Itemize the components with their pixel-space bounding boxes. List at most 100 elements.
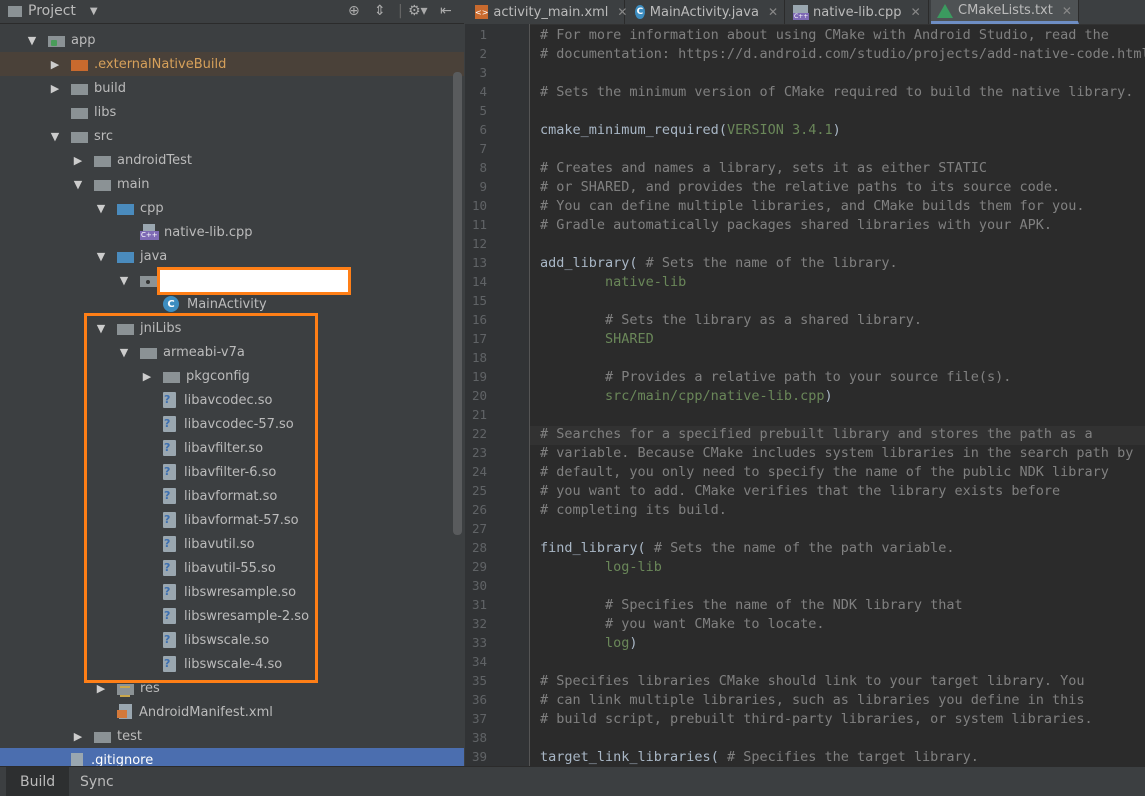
- expand-right-icon[interactable]: ▶: [72, 730, 84, 743]
- expand-down-icon[interactable]: ▼: [49, 130, 61, 143]
- code-line: native-lib: [540, 274, 686, 290]
- gear-icon[interactable]: ⚙▾: [408, 3, 428, 19]
- expand-right-icon[interactable]: ▶: [72, 154, 84, 167]
- tree-item[interactable]: ▶ .externalNativeBuild: [0, 52, 464, 76]
- line-number: 38: [471, 730, 487, 745]
- build-tab[interactable]: Build: [6, 767, 70, 796]
- line-number: 17: [471, 331, 487, 346]
- project-folder-icon: [8, 5, 22, 17]
- code-line: target_link_libraries( # Specifies the t…: [540, 749, 979, 765]
- tree-item[interactable]: ▼ cpp: [0, 196, 464, 220]
- tree-item[interactable]: ▼ java: [0, 244, 464, 268]
- code-line: # You can define multiple libraries, and…: [540, 198, 1085, 214]
- code-token: # Provides a relative path to your sourc…: [540, 369, 1012, 385]
- line-number: 6: [479, 122, 487, 137]
- editor-tab[interactable]: <> activity_main.xml ✕: [469, 0, 627, 24]
- class-icon: C: [163, 296, 179, 312]
- close-icon[interactable]: ✕: [911, 5, 921, 19]
- code-token: # documentation: https://d.android.com/s…: [540, 46, 1145, 62]
- expand-down-icon[interactable]: ▼: [95, 250, 107, 263]
- tree-item-label: build: [94, 80, 126, 96]
- code-area[interactable]: # For more information about using CMake…: [530, 24, 1145, 766]
- code-line: # For more information about using CMake…: [540, 27, 1109, 43]
- code-line: # you want to add. CMake verifies that t…: [540, 483, 1060, 499]
- code-line: SHARED: [540, 331, 654, 347]
- gitignore-file-icon: [71, 752, 83, 766]
- line-number: 19: [471, 369, 487, 384]
- tree-item[interactable]: ▶AndroidManifest.xml: [0, 700, 464, 724]
- jnilibs-highlight-box: [84, 313, 318, 683]
- line-number: 2: [479, 46, 487, 61]
- editor-tab-label: activity_main.xml: [493, 4, 609, 20]
- editor-tab[interactable]: native-lib.cpp ✕: [787, 0, 929, 24]
- panel-header: Project ▼ ⊕ ⇕ | ⚙▾ ⇤: [0, 0, 464, 24]
- code-token: # can link multiple libraries, such as l…: [540, 692, 1085, 708]
- cpp-file-icon: [793, 4, 810, 20]
- tree-scrollbar[interactable]: [453, 72, 462, 535]
- expand-down-icon[interactable]: ▼: [72, 178, 84, 191]
- code-token: # Gradle automatically packages shared l…: [540, 217, 1053, 233]
- code-token: # Searches for a specified prebuilt libr…: [540, 426, 1093, 442]
- code-token: # Creates and names a library, sets it a…: [540, 160, 988, 176]
- expand-right-icon[interactable]: ▶: [49, 58, 61, 71]
- tree-item-label: native-lib.cpp: [164, 224, 253, 240]
- expand-right-icon[interactable]: ▶: [95, 682, 107, 695]
- code-token: add_library: [540, 255, 630, 271]
- tree-item[interactable]: ▶C++native-lib.cpp: [0, 220, 464, 244]
- code-token: VERSION 3.4.1: [726, 122, 833, 138]
- close-icon[interactable]: ✕: [617, 5, 627, 19]
- java-class-icon: C: [635, 5, 645, 19]
- line-number: 9: [479, 179, 487, 194]
- tree-item[interactable]: ▼ src: [0, 124, 464, 148]
- code-token: log: [540, 635, 630, 651]
- tree-item-label: androidTest: [117, 152, 192, 168]
- editor-tab[interactable]: C MainActivity.java ✕: [629, 0, 785, 24]
- code-line: # variable. Because CMake includes syste…: [540, 445, 1133, 461]
- code-token: ): [629, 635, 638, 651]
- close-icon[interactable]: ✕: [1062, 4, 1072, 18]
- tree-item[interactable]: ▶.gitignore: [0, 748, 464, 766]
- code-line: # can link multiple libraries, such as l…: [540, 692, 1085, 708]
- line-number: 1: [479, 27, 487, 42]
- package-icon: [140, 274, 157, 287]
- tree-item[interactable]: ▼ app: [0, 28, 464, 52]
- code-token: ): [824, 388, 833, 404]
- expand-down-icon[interactable]: ▼: [26, 34, 38, 47]
- line-number: 27: [471, 521, 487, 536]
- tree-item-label: .externalNativeBuild: [94, 56, 227, 72]
- tree-item[interactable]: ▶ androidTest: [0, 148, 464, 172]
- line-number: 20: [471, 388, 487, 403]
- tree-item-label: libs: [94, 104, 117, 120]
- code-token: (: [629, 255, 646, 271]
- hide-icon[interactable]: ⇤: [440, 3, 452, 19]
- code-line: find_library( # Sets the name of the pat…: [540, 540, 955, 556]
- folder-icon: [71, 82, 88, 95]
- module-icon: [48, 34, 65, 47]
- code-token: native-lib: [540, 274, 687, 290]
- expand-down-icon[interactable]: ▼: [95, 202, 107, 215]
- expand-down-icon[interactable]: ▼: [118, 274, 130, 287]
- code-token: (: [710, 749, 727, 765]
- tree-item[interactable]: ▶libs: [0, 100, 464, 124]
- tree-item[interactable]: ▼ main: [0, 172, 464, 196]
- close-icon[interactable]: ✕: [768, 5, 778, 19]
- code-line: # Gradle automatically packages shared l…: [540, 217, 1052, 233]
- code-token: # Specifies the target library.: [726, 749, 979, 765]
- line-number: 34: [471, 654, 487, 669]
- code-token: target_link_libraries: [540, 749, 711, 765]
- editor-tab-label: native-lib.cpp: [813, 4, 902, 20]
- code-token: # Sets the minimum version of CMake requ…: [540, 84, 1134, 100]
- target-icon[interactable]: ⊕: [348, 3, 360, 19]
- project-view-selector[interactable]: Project ▼: [8, 3, 98, 19]
- sync-tab[interactable]: Sync: [66, 767, 128, 796]
- collapse-icon[interactable]: ⇕: [374, 3, 386, 19]
- folder-icon: [117, 682, 134, 697]
- bottom-tool-bar: Build Sync: [0, 766, 1145, 796]
- line-number: 26: [471, 502, 487, 517]
- expand-right-icon[interactable]: ▶: [49, 82, 61, 95]
- line-number: 28: [471, 540, 487, 555]
- editor-tab[interactable]: CMakeLists.txt ✕: [931, 0, 1079, 24]
- tree-item[interactable]: ▶ test: [0, 724, 464, 748]
- tree-item[interactable]: ▶ build: [0, 76, 464, 100]
- line-number: 21: [471, 407, 487, 422]
